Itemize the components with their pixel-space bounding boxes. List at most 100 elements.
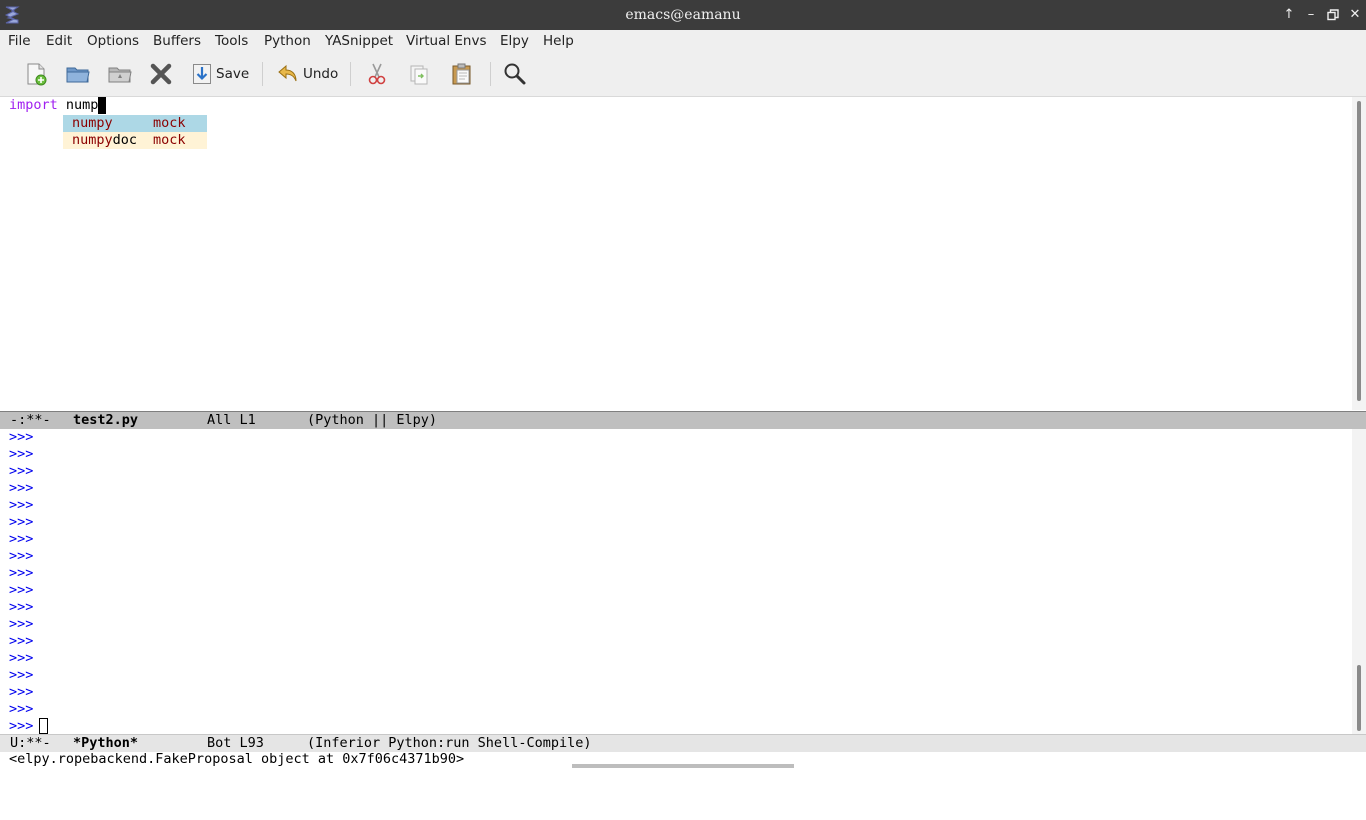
- menu-buffers[interactable]: Buffers: [153, 30, 201, 52]
- search-icon: [504, 63, 526, 85]
- shell-prompt: >>>: [9, 582, 34, 598]
- shell-prompt: >>>: [9, 531, 34, 547]
- kill-buffer-button[interactable]: [149, 60, 173, 88]
- open-file-button[interactable]: [65, 60, 91, 88]
- buffer-name[interactable]: *Python*: [73, 735, 138, 752]
- buffer-name[interactable]: test2.py: [73, 412, 138, 429]
- close-icon: [150, 63, 172, 85]
- shell-prompt: >>>: [9, 514, 34, 530]
- completion-item-selected[interactable]: numpy mock: [63, 115, 207, 132]
- copy-button[interactable]: [408, 60, 430, 88]
- shell-cursor: [39, 718, 49, 734]
- title-bar: emacs@eamanu ↑ – ✕: [0, 0, 1366, 30]
- buffer-position: All L1: [207, 412, 256, 428]
- open-folder-icon: [66, 67, 90, 83]
- undo-icon: [278, 64, 297, 82]
- mode-line-shell: U:**- *Python* Bot L93 (Inferior Python:…: [0, 734, 1366, 752]
- shell-prompt: >>>: [9, 463, 34, 479]
- completion-match: numpy: [72, 115, 113, 131]
- dired-icon: [108, 67, 132, 83]
- shell-prompt-line: >>>: [9, 599, 33, 616]
- shell-prompt: >>>: [9, 565, 34, 581]
- shell-prompt-line: >>>: [9, 718, 49, 735]
- shell-prompt: >>>: [9, 480, 34, 496]
- typed-text: nump: [65, 97, 99, 113]
- paste-icon: [452, 63, 471, 85]
- code-line: import nump: [9, 97, 107, 114]
- shell-prompt-line: >>>: [9, 667, 33, 684]
- new-file-icon: [27, 63, 47, 86]
- menu-yasnippet[interactable]: YASnippet: [325, 30, 393, 52]
- shell-prompt-line: >>>: [9, 565, 33, 582]
- import-keyword: import: [9, 97, 58, 113]
- shell-scrollbar[interactable]: [1352, 429, 1366, 735]
- paste-button[interactable]: [450, 60, 474, 88]
- buffer-status: U:**-: [10, 735, 51, 751]
- toolbar-separator: [490, 62, 491, 86]
- minimize-icon[interactable]: –: [1301, 5, 1321, 25]
- new-file-button[interactable]: [24, 60, 48, 88]
- editor-scrollbar-thumb[interactable]: [1357, 101, 1361, 401]
- shell-prompt: >>>: [9, 684, 34, 700]
- shell-scrollbar-thumb[interactable]: [1357, 665, 1361, 731]
- editor-scrollbar[interactable]: [1352, 97, 1366, 410]
- menu-elpy[interactable]: Elpy: [500, 30, 529, 52]
- major-mode[interactable]: (Inferior Python:run Shell-Compile): [307, 735, 591, 752]
- shell-prompt-line: >>>: [9, 633, 33, 650]
- text-cursor: [98, 97, 107, 114]
- save-button[interactable]: Save: [192, 60, 249, 88]
- completion-annotation: mock: [153, 115, 186, 131]
- shell-prompt: >>>: [9, 650, 34, 666]
- major-mode[interactable]: (Python || Elpy): [307, 412, 437, 429]
- search-button[interactable]: [503, 60, 527, 88]
- shell-prompt-line: >>>: [9, 684, 33, 701]
- close-window-icon[interactable]: ✕: [1345, 5, 1365, 25]
- shell-prompt: >>>: [9, 497, 34, 513]
- shell-prompt-line: >>>: [9, 446, 33, 463]
- toolbar-separator: [262, 62, 263, 86]
- copy-icon: [410, 65, 428, 85]
- menu-virtual-envs[interactable]: Virtual Envs: [406, 30, 487, 52]
- shell-prompt: >>>: [9, 616, 34, 632]
- shell-prompt-line: >>>: [9, 650, 33, 667]
- window-title: emacs@eamanu: [625, 7, 741, 23]
- shell-prompt: >>>: [9, 446, 34, 462]
- menu-tools[interactable]: Tools: [215, 30, 248, 52]
- completion-item[interactable]: numpydoc mock: [63, 132, 207, 149]
- completion-rest: doc: [112, 132, 138, 148]
- shell-prompt-line: >>>: [9, 701, 33, 718]
- menu-bar: File Edit Options Buffers Tools Python Y…: [0, 30, 1366, 52]
- shell-prompt-line: >>>: [9, 463, 33, 480]
- shell-prompt: >>>: [9, 599, 34, 615]
- completion-match: numpy: [72, 132, 113, 148]
- save-label: Save: [216, 66, 250, 82]
- cut-button[interactable]: [366, 60, 388, 88]
- restore-icon[interactable]: [1323, 5, 1343, 25]
- menu-edit[interactable]: Edit: [46, 30, 72, 52]
- shell-prompt-line: >>>: [9, 429, 33, 446]
- shell-prompt: >>>: [9, 429, 34, 445]
- horizontal-scrollbar-thumb[interactable]: [572, 764, 794, 768]
- shell-prompt: >>>: [9, 718, 34, 734]
- toolbar-separator: [350, 62, 351, 86]
- menu-file[interactable]: File: [8, 30, 31, 52]
- shell-prompt-line: >>>: [9, 531, 33, 548]
- undo-label: Undo: [303, 66, 339, 82]
- undo-button[interactable]: Undo: [277, 60, 338, 88]
- dired-button[interactable]: [107, 60, 133, 88]
- shell-prompt: >>>: [9, 701, 34, 717]
- editor-buffer[interactable]: import nump numpy mock numpydoc mock: [9, 97, 1352, 410]
- python-shell-buffer[interactable]: >>> >>> >>> >>> >>> >>> >>> >>> >>> >>> >>> >>> >>> >…: [9, 429, 1352, 735]
- shell-prompt-line: >>>: [9, 480, 33, 497]
- menu-help[interactable]: Help: [543, 30, 574, 52]
- mode-line-editor: -:**- test2.py All L1 (Python || Elpy): [0, 411, 1366, 429]
- menu-options[interactable]: Options: [87, 30, 139, 52]
- shell-prompt-line: >>>: [9, 514, 33, 531]
- echo-area: <elpy.ropebackend.FakeProposal object at…: [9, 751, 465, 767]
- shell-prompt-line: >>>: [9, 548, 33, 565]
- completion-annotation: mock: [153, 132, 186, 148]
- buffer-position: Bot L93: [207, 735, 264, 751]
- shell-prompt-line: >>>: [9, 582, 33, 599]
- maximize-up-icon[interactable]: ↑: [1279, 5, 1299, 25]
- menu-python[interactable]: Python: [264, 30, 311, 52]
